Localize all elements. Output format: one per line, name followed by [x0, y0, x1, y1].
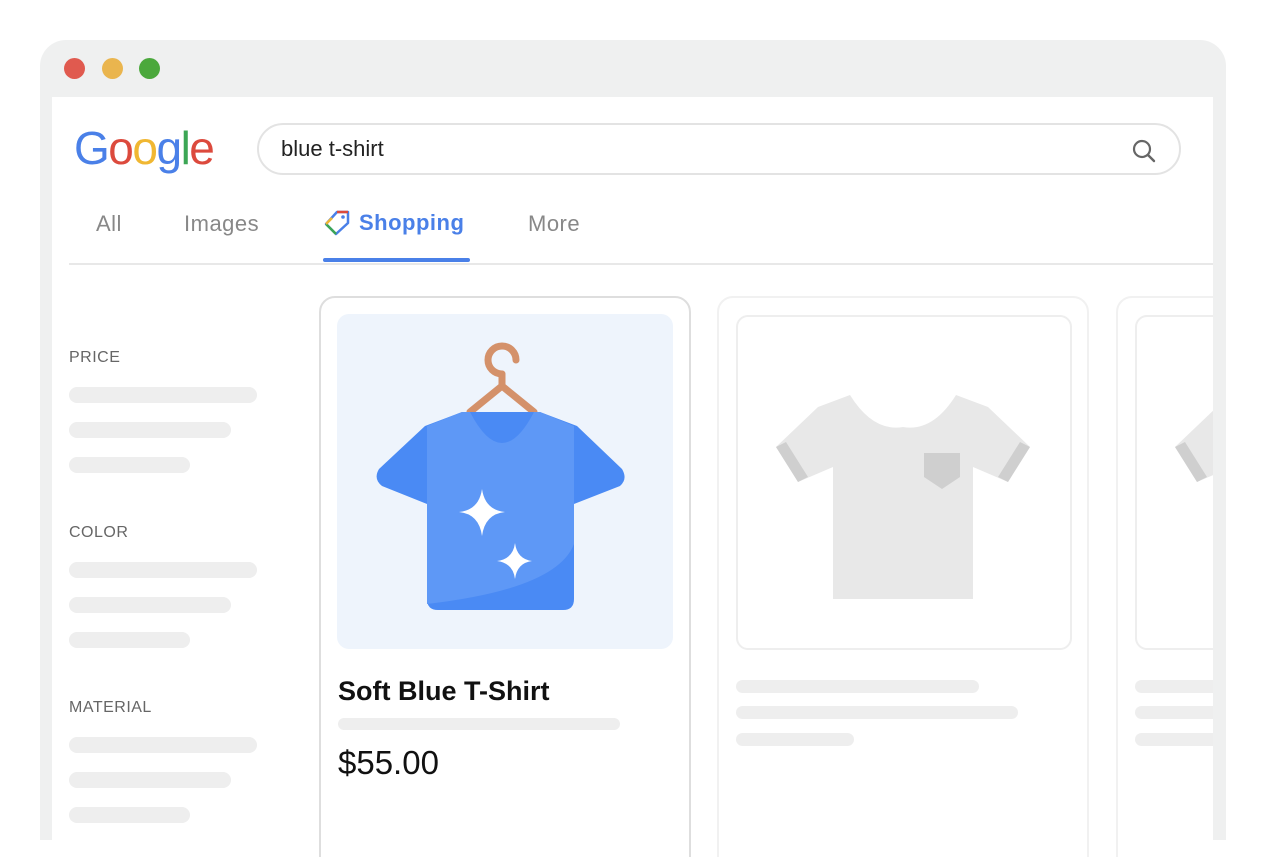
close-window-button[interactable] — [64, 58, 85, 79]
gray-tshirt-icon — [776, 395, 1030, 599]
product-image-placeholder[interactable] — [736, 315, 1072, 650]
logo-letter: G — [74, 122, 110, 174]
tab-shopping-label: Shopping — [359, 210, 465, 235]
filter-heading-material: MATERIAL — [69, 699, 152, 716]
logo-letter: g — [156, 122, 182, 174]
product-card[interactable]: Soft Blue T-Shirt $55.00 — [319, 296, 691, 857]
search-input[interactable]: blue t-shirt — [257, 123, 1181, 175]
tab-images[interactable]: Images — [184, 211, 259, 237]
product-title[interactable]: Soft Blue T-Shirt — [338, 676, 550, 707]
text-placeholder — [338, 718, 620, 730]
logo-letter: e — [189, 122, 215, 174]
filter-option-placeholder[interactable] — [69, 772, 231, 788]
filter-heading-color: COLOR — [69, 524, 129, 541]
divider — [69, 263, 1213, 265]
search-icon[interactable] — [1131, 138, 1157, 164]
filter-option-placeholder[interactable] — [69, 807, 190, 823]
active-tab-indicator — [323, 258, 470, 262]
product-image[interactable] — [337, 314, 673, 649]
product-price: $55.00 — [338, 744, 439, 781]
blue-tshirt-icon — [376, 342, 625, 610]
product-image-placeholder[interactable] — [1135, 315, 1213, 650]
filter-option-placeholder[interactable] — [69, 562, 257, 578]
page-content: Google blue t-shirt All Images Shopping … — [52, 97, 1213, 857]
filter-option-placeholder[interactable] — [69, 597, 231, 613]
tab-more[interactable]: More — [528, 211, 580, 237]
filter-option-placeholder[interactable] — [69, 457, 190, 473]
search-query: blue t-shirt — [281, 136, 384, 161]
logo-letter: l — [180, 122, 191, 174]
maximize-window-button[interactable] — [139, 58, 160, 79]
minimize-window-button[interactable] — [102, 58, 123, 79]
tab-all[interactable]: All — [96, 211, 122, 237]
text-placeholder — [1135, 706, 1213, 719]
filter-option-placeholder[interactable] — [69, 632, 190, 648]
gray-tshirt-icon — [1175, 410, 1213, 482]
text-placeholder — [1135, 680, 1213, 693]
text-placeholder — [1135, 733, 1213, 746]
logo-letter: o — [108, 122, 134, 174]
logo-letter: o — [132, 122, 158, 174]
google-logo[interactable]: Google — [74, 121, 215, 175]
filter-option-placeholder[interactable] — [69, 387, 257, 403]
text-placeholder — [736, 733, 854, 746]
price-tag-icon — [324, 210, 350, 236]
filter-option-placeholder[interactable] — [69, 422, 231, 438]
product-card-placeholder[interactable] — [717, 296, 1089, 857]
product-card-placeholder[interactable] — [1116, 296, 1213, 857]
filter-option-placeholder[interactable] — [69, 737, 257, 753]
text-placeholder — [736, 680, 979, 693]
tab-shopping[interactable]: Shopping — [323, 209, 464, 237]
filter-heading-price: PRICE — [69, 349, 121, 366]
browser-window: Google blue t-shirt All Images Shopping … — [40, 40, 1226, 857]
text-placeholder — [736, 706, 1018, 719]
